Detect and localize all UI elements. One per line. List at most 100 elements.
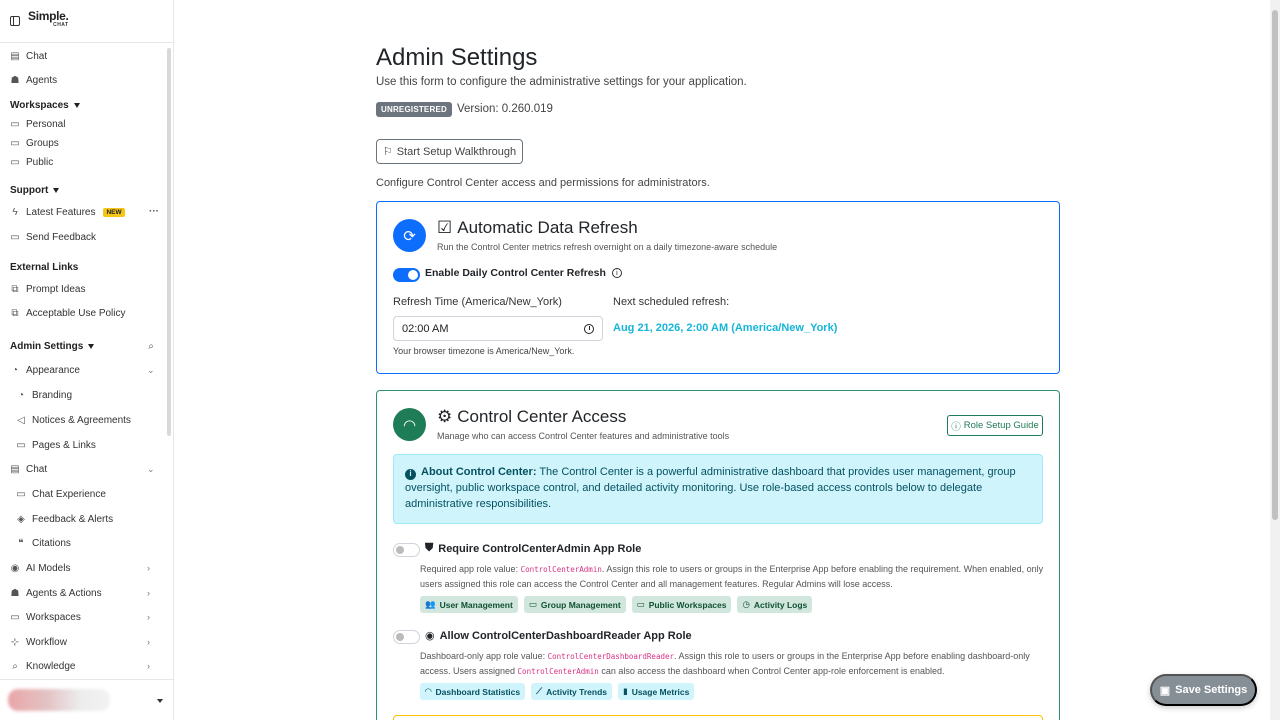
sidebar-item-chat-group[interactable]: ▤ Chat [10,464,47,475]
sidebar-item-agents-actions[interactable]: ☗ Agents & Actions [10,588,102,599]
require-admin-role-toggle[interactable] [393,543,420,557]
sidebar-item-appearance[interactable]: ◔ Appearance [10,365,80,376]
alert-heading: About Control Center: [421,466,537,478]
shield-icon: ⛊ [425,542,434,554]
chevron-right-icon[interactable]: › [147,612,150,622]
sidebar-item-agents[interactable]: ☗ Agents [10,75,58,86]
pill-label: Group Management [540,599,621,610]
sidebar-item-workflow[interactable]: ⊹ Workflow [10,637,67,648]
sidebar-item-chat-experience[interactable]: ▭ Chat Experience [16,489,106,500]
save-settings-button[interactable]: ▣ Save Settings [1150,674,1257,706]
button-label: Role Setup Guide [963,420,1039,431]
eye-icon: ◉ [425,630,435,642]
warning-alert [393,715,1043,720]
sidebar-item-ai-models[interactable]: ◉ AI Models [10,563,71,574]
user-menu[interactable] [0,679,173,720]
time-value: 02:00 AM [402,322,449,335]
folder-icon: ▭ [636,599,645,609]
logo-text: Simple. [28,9,69,23]
chevron-down-icon[interactable]: ⌄ [147,464,155,475]
pages-icon: ▭ [16,440,26,451]
feedback-icon: ▭ [10,232,20,243]
sidebar-item-label: Chat [26,51,48,62]
megaphone-icon: ◁ [17,415,25,426]
sidebar-item-public[interactable]: ▭ Public [10,157,53,168]
allow-dashboard-reader-toggle[interactable] [393,630,420,644]
sidebar-item-label: Notices & Agreements [32,415,131,426]
search-icon: ⌕ [148,341,154,352]
sidebar-item-branding[interactable]: ◔ Branding [16,390,72,401]
sidebar-item-label: AI Models [26,563,71,574]
card-title: ⚙ Control Center Access [437,407,626,427]
sidebar-item-label: Citations [32,538,71,549]
sidebar-section-external-links: External Links [10,262,78,273]
chat-icon: ▤ [10,51,20,62]
app-logo[interactable]: Simple. CHAT [28,9,69,30]
sidebar-item-label: Send Feedback [26,232,97,243]
sidebar-toggle-icon[interactable] [10,16,20,26]
role-feature-pills: ◠ Dashboard Statistics ⟋ Activity Trends ▮… [420,683,695,700]
clock-icon[interactable] [584,323,594,334]
trend-chart-icon: ⟋ [536,686,543,696]
sidebar-item-latest-features[interactable]: ϟ Latest Features NEW [10,207,125,218]
refresh-time-input[interactable]: 02:00 AM [393,316,603,341]
sidebar-item-label: Workspaces [26,612,81,623]
sidebar-item-pages-links[interactable]: ▭ Pages & Links [16,440,96,451]
start-walkthrough-button[interactable]: ⚐ Start Setup Walkthrough [376,139,523,164]
chevron-right-icon[interactable]: › [147,637,150,647]
sidebar-item-acceptable-use[interactable]: ⧉ Acceptable Use Policy [10,308,126,319]
signpost-icon: ⚐ [382,146,393,158]
sidebar-item-groups[interactable]: ▭ Groups [10,138,59,149]
next-refresh-label: Next scheduled refresh: [613,296,730,308]
sidebar-item-personal[interactable]: ▭ Personal [10,119,65,130]
sidebar-scrollbar[interactable] [167,48,171,436]
button-label: Start Setup Walkthrough [396,145,517,158]
sidebar-item-citations[interactable]: ❝ Citations [16,538,71,549]
pill-label: Public Workspaces [648,599,727,610]
sidebar-section-workspaces[interactable]: Workspaces [10,100,80,111]
sidebar-section-support[interactable]: Support [10,185,60,196]
chevron-right-icon[interactable]: › [147,661,150,671]
folder-icon: ▭ [10,157,20,168]
folder-icon: ▭ [10,612,20,623]
admin-search-icon[interactable]: ⌕ [146,341,156,352]
sidebar-item-send-feedback[interactable]: ▭ Send Feedback [10,232,96,243]
users-icon: 👥 [425,599,436,609]
sidebar-section-admin-settings[interactable]: Admin Settings [10,341,95,352]
configure-text: Configure Control Center access and perm… [376,177,710,189]
sidebar-item-prompt-ideas[interactable]: ⧉ Prompt Ideas [10,284,85,295]
info-icon[interactable]: i [611,268,622,278]
section-label: Admin Settings [10,341,84,352]
chevron-right-icon[interactable]: › [147,588,150,598]
sidebar: Simple. CHAT ▤ Chat ☗ Agents Workspaces ▭ P… [0,0,174,720]
sidebar-item-notices[interactable]: ◁ Notices & Agreements [16,415,131,426]
role-setup-guide-button[interactable]: ⓘ Role Setup Guide [947,415,1043,436]
page-scrollbar-thumb[interactable] [1272,10,1278,520]
sidebar-item-knowledge[interactable]: ⌕ Knowledge [10,661,75,672]
pill-dashboard-statistics: ◠ Dashboard Statistics [420,683,526,700]
role-code: ControlCenterDashboardReader [547,652,675,661]
card-title: ☑ Automatic Data Refresh [437,218,638,238]
sidebar-item-label: Acceptable Use Policy [26,308,126,319]
more-options-icon[interactable]: ··· [149,206,159,217]
version-text: Version: 0.260.019 [457,103,553,115]
cpu-icon: ◉ [10,563,20,574]
sidebar-header: Simple. CHAT [0,0,173,43]
role-title-text: Require ControlCenterAdmin App Role [438,542,642,555]
palette-icon: ◔ [17,390,25,401]
sidebar-item-label: Workflow [26,637,67,648]
chevron-right-icon[interactable]: › [147,563,150,573]
pill-label: Usage Metrics [631,686,690,697]
lightning-icon: ϟ [12,207,18,218]
sidebar-item-chat[interactable]: ▤ Chat [10,51,47,62]
search-icon: ⌕ [12,661,18,672]
automatic-refresh-card: ⟳ ☑ Automatic Data Refresh Run the Contro… [376,201,1060,374]
chevron-down-icon[interactable]: ⌄ [147,365,155,376]
pill-activity-trends: ⟋ Activity Trends [531,683,612,700]
sidebar-item-feedback-alerts[interactable]: ◈ Feedback & Alerts [16,514,113,525]
daily-refresh-toggle[interactable] [393,268,420,282]
sidebar-item-label: Public [26,157,54,168]
speedometer-icon: ◠ [425,686,432,696]
sidebar-item-workspaces-group[interactable]: ▭ Workspaces [10,612,81,623]
sidebar-item-label: Agents [26,75,58,86]
